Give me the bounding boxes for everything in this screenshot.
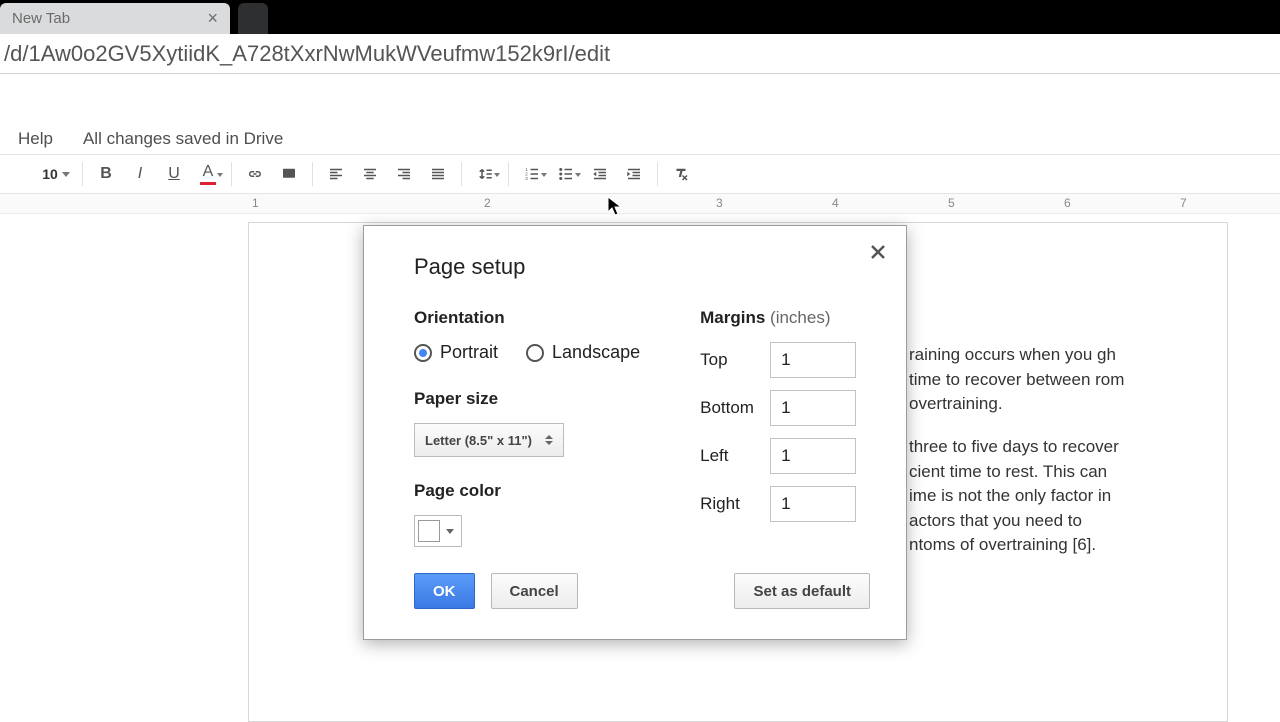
mouse-cursor-icon bbox=[607, 196, 623, 218]
ruler-tick: 2 bbox=[484, 196, 491, 210]
paper-size-label: Paper size bbox=[414, 389, 640, 409]
ok-button[interactable]: OK bbox=[414, 573, 475, 609]
align-left-icon bbox=[327, 165, 345, 183]
align-right-icon bbox=[395, 165, 413, 183]
align-justify-button[interactable] bbox=[421, 159, 455, 189]
menu-help[interactable]: Help bbox=[18, 129, 53, 149]
set-as-default-button[interactable]: Set as default bbox=[734, 573, 870, 609]
horizontal-ruler[interactable]: 1 2 3 3 4 5 6 7 bbox=[0, 194, 1280, 214]
close-icon[interactable]: × bbox=[207, 8, 218, 29]
ruler-tick: 5 bbox=[948, 196, 955, 210]
browser-tab-inactive[interactable] bbox=[238, 3, 268, 34]
url-text: /d/1Aw0o2GV5XytiidK_A728tXxrNwMukWVeufmw… bbox=[4, 41, 610, 67]
orientation-portrait-radio[interactable]: Portrait bbox=[414, 342, 498, 363]
ruler-tick: 7 bbox=[1180, 196, 1187, 210]
dialog-title: Page setup bbox=[414, 254, 870, 280]
radio-label: Landscape bbox=[552, 342, 640, 363]
margin-bottom-input[interactable] bbox=[770, 390, 856, 426]
document-body-text: raining occurs when you gh time to recov… bbox=[909, 343, 1127, 558]
ruler-tick: 3 bbox=[716, 196, 723, 210]
chevron-down-icon bbox=[446, 529, 454, 534]
indent-increase-icon bbox=[625, 165, 643, 183]
margins-label: Margins (inches) bbox=[700, 308, 870, 328]
paper-size-select[interactable]: Letter (8.5" x 11") bbox=[414, 423, 564, 457]
margin-left-input[interactable] bbox=[770, 438, 856, 474]
line-spacing-icon bbox=[476, 165, 494, 183]
formatting-toolbar: 10 B I U A 123 bbox=[0, 154, 1280, 194]
doc-paragraph: raining occurs when you gh time to recov… bbox=[909, 343, 1127, 417]
doc-paragraph: three to five days to recover cient time… bbox=[909, 435, 1127, 558]
line-spacing-button[interactable] bbox=[468, 159, 502, 189]
radio-selected-icon bbox=[414, 344, 432, 362]
paper-size-value: Letter (8.5" x 11") bbox=[425, 433, 532, 448]
bold-button[interactable]: B bbox=[89, 159, 123, 189]
orientation-label: Orientation bbox=[414, 308, 640, 328]
ruler-tick: 4 bbox=[832, 196, 839, 210]
ruler-tick: 1 bbox=[252, 196, 259, 210]
color-swatch-icon bbox=[418, 520, 440, 542]
close-icon bbox=[870, 244, 886, 260]
text-color-button[interactable]: A bbox=[191, 159, 225, 189]
cancel-button[interactable]: Cancel bbox=[491, 573, 578, 609]
font-size-select[interactable]: 10 bbox=[24, 166, 76, 182]
decrease-indent-button[interactable] bbox=[583, 159, 617, 189]
increase-indent-button[interactable] bbox=[617, 159, 651, 189]
dialog-close-button[interactable] bbox=[870, 244, 886, 265]
comment-icon bbox=[280, 165, 298, 183]
align-center-icon bbox=[361, 165, 379, 183]
indent-decrease-icon bbox=[591, 165, 609, 183]
italic-button[interactable]: I bbox=[123, 159, 157, 189]
insert-comment-button[interactable] bbox=[272, 159, 306, 189]
menu-row: Help All changes saved in Drive bbox=[0, 124, 1280, 154]
button-label: Set as default bbox=[753, 583, 851, 600]
underline-button[interactable]: U bbox=[157, 159, 191, 189]
margin-right-input[interactable] bbox=[770, 486, 856, 522]
margin-top-input[interactable] bbox=[770, 342, 856, 378]
align-justify-icon bbox=[429, 165, 447, 183]
orientation-landscape-radio[interactable]: Landscape bbox=[526, 342, 640, 363]
numbered-list-button[interactable]: 123 bbox=[515, 159, 549, 189]
margins-unit: (inches) bbox=[770, 308, 830, 327]
bulleted-list-icon bbox=[557, 165, 575, 183]
browser-tab[interactable]: New Tab × bbox=[0, 3, 230, 34]
page-setup-dialog: Page setup Orientation Portrait Landscap… bbox=[363, 225, 907, 640]
save-status: All changes saved in Drive bbox=[83, 129, 283, 149]
font-size-value: 10 bbox=[42, 166, 58, 182]
address-bar[interactable]: /d/1Aw0o2GV5XytiidK_A728tXxrNwMukWVeufmw… bbox=[0, 34, 1280, 74]
align-right-button[interactable] bbox=[387, 159, 421, 189]
svg-text:3: 3 bbox=[525, 176, 528, 181]
browser-tab-bar: New Tab × bbox=[0, 0, 1280, 34]
ruler-tick: 6 bbox=[1064, 196, 1071, 210]
updown-icon bbox=[545, 435, 553, 445]
insert-link-button[interactable] bbox=[238, 159, 272, 189]
button-label: Cancel bbox=[510, 583, 559, 600]
clear-format-icon bbox=[672, 165, 690, 183]
page-color-label: Page color bbox=[414, 481, 640, 501]
margin-bottom-label: Bottom bbox=[700, 398, 758, 418]
link-icon bbox=[246, 165, 264, 183]
margin-top-label: Top bbox=[700, 350, 758, 370]
align-left-button[interactable] bbox=[319, 159, 353, 189]
numbered-list-icon: 123 bbox=[523, 165, 541, 183]
bulleted-list-button[interactable] bbox=[549, 159, 583, 189]
page-color-select[interactable] bbox=[414, 515, 462, 547]
tab-title: New Tab bbox=[12, 10, 70, 27]
margin-right-label: Right bbox=[700, 494, 758, 514]
margin-left-label: Left bbox=[700, 446, 758, 466]
clear-formatting-button[interactable] bbox=[664, 159, 698, 189]
margins-label-text: Margins bbox=[700, 308, 765, 327]
radio-label: Portrait bbox=[440, 342, 498, 363]
button-label: OK bbox=[433, 583, 456, 600]
align-center-button[interactable] bbox=[353, 159, 387, 189]
radio-unselected-icon bbox=[526, 344, 544, 362]
